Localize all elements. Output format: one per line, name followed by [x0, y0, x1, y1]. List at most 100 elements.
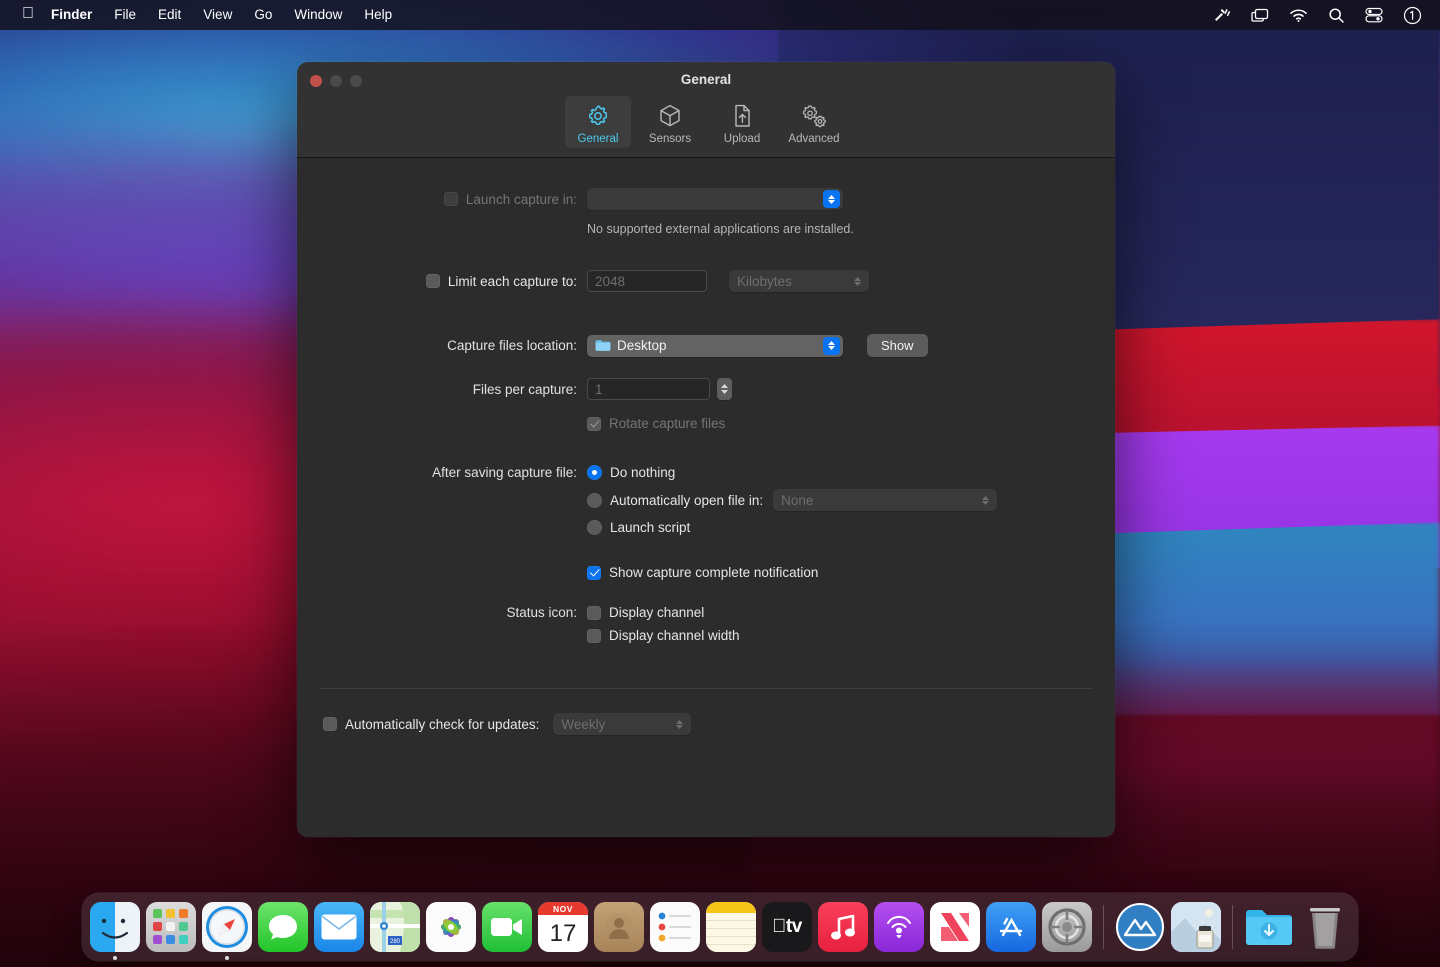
spotlight-search-icon[interactable] [1326, 5, 1346, 25]
dock-item-appstore[interactable] [986, 902, 1036, 952]
capture-location-select[interactable]: Desktop [587, 334, 843, 357]
rotate-capture-label: Rotate capture files [609, 416, 726, 431]
dock-item-mail[interactable] [314, 902, 364, 952]
menu-item-finder[interactable]: Finder [48, 4, 103, 26]
dock-item-facetime[interactable] [482, 902, 532, 952]
files-per-capture-stepper[interactable] [717, 378, 732, 400]
limit-capture-unit-select[interactable]: Kilobytes [729, 270, 869, 292]
general-preferences-window: General General Sensors Upload Advanced … [297, 62, 1115, 837]
dock-item-photos[interactable] [426, 902, 476, 952]
dock-item-appletv[interactable]: tv [762, 902, 812, 952]
siri-icon[interactable] [1402, 5, 1422, 25]
chevron-updown-icon [977, 491, 994, 509]
menu-item-go[interactable]: Go [243, 4, 283, 26]
control-center-icon[interactable] [1364, 5, 1384, 25]
dock-item-finder[interactable] [90, 902, 140, 960]
tab-advanced[interactable]: Advanced [781, 96, 847, 148]
sierra-app-icon [1115, 902, 1165, 952]
mail-icon [314, 902, 364, 952]
updates-row: Automatically check for updates: Weekly [319, 713, 1093, 735]
appletv-icon: tv [762, 902, 812, 952]
reminders-icon [650, 902, 700, 952]
tab-general[interactable]: General [565, 96, 631, 148]
dock-item-calendar[interactable]: NOV 17 [538, 902, 588, 952]
dock-item-trash[interactable] [1300, 902, 1350, 952]
dock-separator-2 [1232, 905, 1233, 949]
dock-item-news[interactable] [930, 902, 980, 952]
contacts-icon [594, 902, 644, 952]
radio-auto-open-label: Automatically open file in: [610, 492, 764, 508]
maps-icon: 280 [370, 902, 420, 952]
limit-capture-label: Limit each capture to: [447, 273, 577, 289]
launch-capture-hint-row: No supported external applications are i… [319, 222, 1093, 236]
tab-sensors[interactable]: Sensors [637, 96, 703, 148]
dock-item-contacts[interactable] [594, 902, 644, 952]
after-saving-label: After saving capture file: [432, 465, 577, 480]
rotate-capture-checkbox[interactable] [587, 416, 601, 431]
dock-item-notes[interactable] [706, 902, 756, 952]
dock-item-music[interactable] [818, 902, 868, 952]
dock-item-sierra-app[interactable] [1115, 902, 1165, 952]
radio-do-nothing-label: Do nothing [610, 465, 676, 480]
launch-capture-checkbox[interactable] [443, 192, 458, 206]
files-per-capture-input[interactable]: 1 [587, 378, 710, 400]
auto-update-checkbox[interactable] [323, 717, 337, 731]
auto-open-app-select[interactable]: None [773, 489, 998, 511]
notification-checkbox[interactable] [587, 565, 601, 580]
finder-icon [90, 902, 140, 952]
gear-icon [585, 101, 611, 131]
appstore-icon [986, 902, 1036, 952]
update-frequency-select[interactable]: Weekly [553, 713, 692, 735]
limit-capture-size-input[interactable]: 2048 [587, 270, 707, 292]
wifi-icon[interactable] [1288, 5, 1308, 25]
after-saving-row-2: Automatically open file in: None [319, 489, 1093, 511]
trash-icon [1300, 902, 1350, 952]
dock-item-maps[interactable]: 280 [370, 902, 420, 952]
limit-capture-checkbox[interactable] [425, 274, 440, 288]
dock-item-messages[interactable] [258, 902, 308, 952]
dock-item-system-preferences[interactable] [1042, 902, 1092, 952]
dock-item-podcasts[interactable] [874, 902, 924, 952]
menu-item-file[interactable]: File [103, 4, 147, 26]
dock-item-reminders[interactable] [650, 902, 700, 952]
status-icon-label: Status icon: [506, 605, 577, 620]
files-per-capture-label: Files per capture: [472, 381, 577, 397]
tab-upload[interactable]: Upload [709, 96, 775, 148]
dock-item-preview[interactable] [1171, 902, 1221, 952]
notification-row: Show capture complete notification [319, 565, 1093, 580]
launch-capture-app-select[interactable] [587, 188, 843, 210]
double-gear-icon [800, 101, 828, 131]
auto-open-app-value: None [781, 492, 814, 508]
stepper-down-icon[interactable] [721, 390, 728, 394]
menu-item-edit[interactable]: Edit [147, 4, 192, 26]
dock-item-launchpad[interactable] [146, 902, 196, 952]
preview-icon [1171, 902, 1221, 952]
dock-item-downloads-folder[interactable] [1244, 902, 1294, 952]
photos-icon [426, 902, 476, 952]
screen-mirroring-icon[interactable] [1250, 5, 1270, 25]
dock-item-safari[interactable] [202, 902, 252, 960]
radio-launch-script[interactable] [587, 520, 602, 535]
display-channel-checkbox[interactable] [587, 605, 601, 620]
stepper-up-icon[interactable] [721, 384, 728, 388]
menu-item-help[interactable]: Help [353, 4, 403, 26]
tools-icon[interactable] [1212, 5, 1232, 25]
chevron-updown-icon [849, 272, 866, 290]
menu-item-view[interactable]: View [192, 4, 243, 26]
auto-update-label: Automatically check for updates: [345, 716, 540, 732]
menu-item-window[interactable]: Window [283, 4, 353, 26]
tab-general-label: General [577, 133, 619, 145]
launchpad-icon [146, 902, 196, 952]
notes-icon [706, 902, 756, 952]
news-icon [930, 902, 980, 952]
menu-bar:  Finder File Edit View Go Window Help [0, 0, 1440, 30]
upload-file-icon [731, 101, 753, 131]
window-titlebar: General General Sensors Upload Advanced [297, 62, 1115, 158]
radio-auto-open[interactable] [587, 492, 602, 508]
display-channel-width-checkbox[interactable] [587, 628, 601, 643]
radio-do-nothing[interactable] [587, 465, 602, 480]
calendar-icon: NOV 17 [538, 902, 588, 952]
show-button[interactable]: Show [867, 334, 928, 357]
apple-logo-icon[interactable]:  [0, 6, 48, 22]
running-indicator [225, 956, 229, 960]
